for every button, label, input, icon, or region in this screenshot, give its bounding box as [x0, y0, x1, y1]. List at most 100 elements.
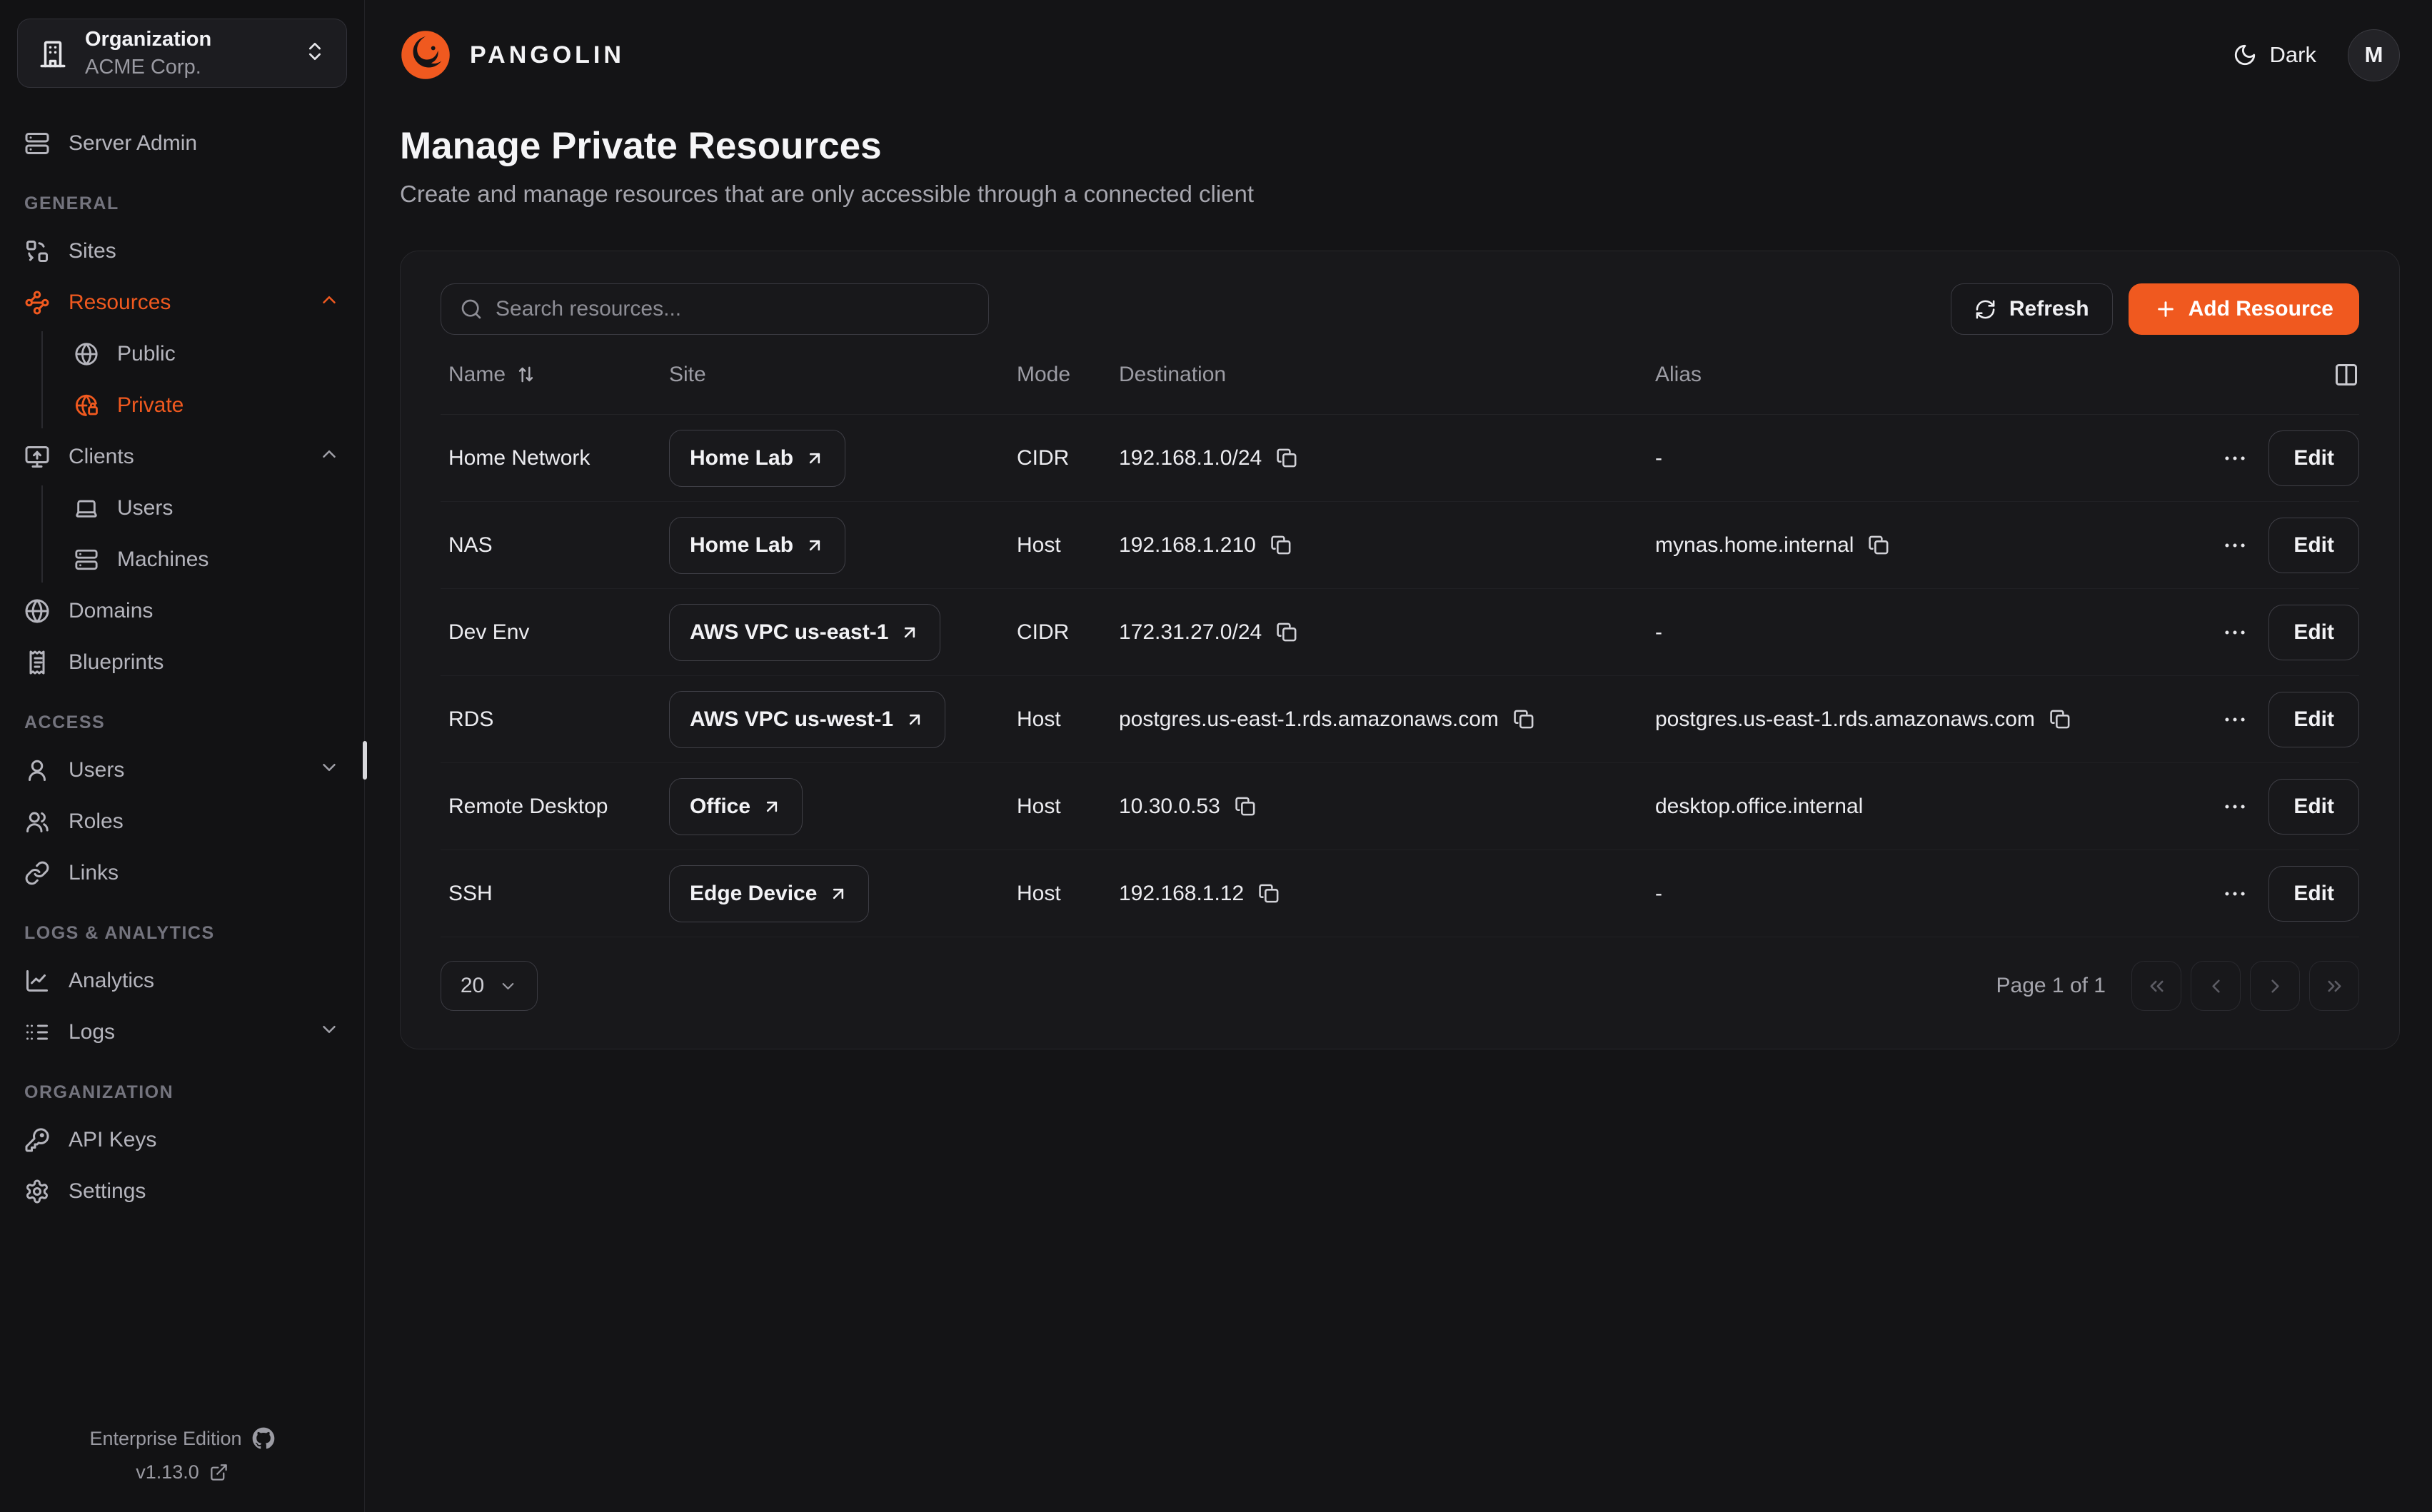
column-header-destination: Destination — [1119, 363, 1655, 387]
edit-button[interactable]: Edit — [2268, 518, 2359, 573]
resource-name: Dev Env — [441, 620, 669, 645]
next-page-button[interactable] — [2250, 961, 2300, 1011]
column-visibility-control[interactable] — [2234, 362, 2359, 388]
sidebar-item-public[interactable]: Public — [67, 331, 347, 377]
sidebar-item-blueprints[interactable]: Blueprints — [17, 640, 347, 685]
site-link[interactable]: AWS VPC us-west-1 — [669, 691, 945, 748]
edit-button[interactable]: Edit — [2268, 866, 2359, 922]
sidebar-item-label: Roles — [69, 810, 124, 834]
prev-page-button[interactable] — [2191, 961, 2241, 1011]
sidebar-item-private[interactable]: Private — [67, 383, 347, 428]
copy-button[interactable] — [1258, 882, 1280, 904]
server-icon — [74, 548, 99, 572]
resource-mode: Host — [1017, 882, 1119, 906]
main-area: PANGOLIN Dark M Manage Private Resources… — [365, 0, 2432, 1512]
page-size-select[interactable]: 20 — [441, 961, 538, 1011]
edit-button[interactable]: Edit — [2268, 430, 2359, 486]
row-menu-button[interactable] — [2221, 793, 2248, 820]
sidebar-item-label: Users — [117, 496, 173, 520]
version-row[interactable]: v1.13.0 — [136, 1461, 228, 1483]
refresh-button[interactable]: Refresh — [1951, 283, 2113, 335]
copy-button[interactable] — [1270, 534, 1292, 556]
page-size-value: 20 — [461, 974, 484, 998]
org-text: Organization ACME Corp. — [85, 28, 211, 79]
copy-icon — [2049, 708, 2071, 730]
theme-label: Dark — [2270, 42, 2316, 68]
chevrons-right-icon — [2323, 975, 2346, 997]
sidebar-item-links[interactable]: Links — [17, 850, 347, 896]
chevron-up-icon — [318, 289, 340, 316]
last-page-button[interactable] — [2309, 961, 2359, 1011]
github-icon — [252, 1427, 275, 1450]
sidebar-item-label: Resources — [69, 291, 171, 315]
site-link[interactable]: Edge Device — [669, 865, 869, 922]
resource-mode: CIDR — [1017, 620, 1119, 645]
copy-button[interactable] — [1235, 795, 1257, 817]
sort-icon — [516, 364, 536, 385]
moon-icon — [2233, 43, 2257, 67]
site-link[interactable]: Home Lab — [669, 517, 845, 574]
site-link[interactable]: Home Lab — [669, 430, 845, 487]
sidebar-item-machines[interactable]: Machines — [67, 537, 347, 583]
columns-icon — [2333, 362, 2359, 388]
row-menu-button[interactable] — [2221, 619, 2248, 646]
site-link[interactable]: Office — [669, 778, 803, 835]
sidebar-resize-handle[interactable] — [363, 741, 367, 780]
site-link[interactable]: AWS VPC us-east-1 — [669, 604, 940, 661]
sidebar-item-clients[interactable]: Clients — [17, 434, 347, 480]
avatar[interactable]: M — [2348, 29, 2400, 81]
copy-button[interactable] — [2049, 708, 2071, 730]
table-header: Name Site Mode Destination Alias — [441, 335, 2359, 415]
section-label-access: ACCESS — [24, 712, 347, 733]
sidebar-item-logs[interactable]: Logs — [17, 1009, 347, 1055]
copy-icon — [1270, 534, 1292, 556]
sidebar-item-roles[interactable]: Roles — [17, 799, 347, 845]
copy-button[interactable] — [1513, 708, 1535, 730]
copy-button[interactable] — [1276, 621, 1298, 643]
row-menu-button[interactable] — [2221, 706, 2248, 733]
theme-toggle[interactable]: Dark — [2233, 42, 2316, 68]
edit-button[interactable]: Edit — [2268, 779, 2359, 835]
arrow-up-right-icon — [828, 884, 848, 904]
sidebar-item-analytics[interactable]: Analytics — [17, 958, 347, 1004]
sidebar-item-resources[interactable]: Resources — [17, 280, 347, 326]
add-resource-button[interactable]: Add Resource — [2129, 283, 2359, 335]
brand[interactable]: PANGOLIN — [400, 29, 625, 81]
sidebar-item-server-admin[interactable]: Server Admin — [17, 121, 347, 166]
external-link-icon — [209, 1463, 228, 1482]
copy-button[interactable] — [1276, 447, 1298, 469]
row-menu-button[interactable] — [2221, 880, 2248, 907]
pager-buttons — [2131, 961, 2359, 1011]
row-menu-button[interactable] — [2221, 532, 2248, 559]
section-label-organization: ORGANIZATION — [24, 1082, 347, 1103]
pagination: 20 Page 1 of 1 — [441, 961, 2359, 1011]
search-input[interactable] — [496, 297, 970, 321]
edit-button[interactable]: Edit — [2268, 692, 2359, 747]
sidebar-item-api-keys[interactable]: API Keys — [17, 1117, 347, 1163]
sidebar-item-sites[interactable]: Sites — [17, 228, 347, 274]
sidebar-item-label: Sites — [69, 239, 116, 263]
sidebar-item-settings[interactable]: Settings — [17, 1169, 347, 1214]
column-header-name[interactable]: Name — [441, 363, 669, 387]
sidebar-item-users[interactable]: Users — [17, 747, 347, 793]
arrow-up-right-icon — [805, 535, 825, 555]
copy-button[interactable] — [1868, 534, 1890, 556]
sidebar-item-label: Settings — [69, 1179, 146, 1204]
sidebar: Organization ACME Corp. Server Admin GEN… — [0, 0, 365, 1512]
chevron-left-icon — [2205, 975, 2227, 997]
resource-mode: Host — [1017, 795, 1119, 819]
first-page-button[interactable] — [2131, 961, 2181, 1011]
org-selector[interactable]: Organization ACME Corp. — [17, 19, 347, 88]
edition-row[interactable]: Enterprise Edition — [89, 1427, 274, 1450]
row-menu-button[interactable] — [2221, 445, 2248, 472]
sidebar-item-label: API Keys — [69, 1128, 156, 1152]
sidebar-item-client-users[interactable]: Users — [67, 485, 347, 531]
sidebar-nav: Server Admin GENERAL Sites Resources — [17, 121, 347, 1214]
resource-mode: CIDR — [1017, 446, 1119, 470]
edit-button[interactable]: Edit — [2268, 605, 2359, 660]
logs-icon — [24, 1019, 50, 1045]
chart-line-icon — [24, 968, 50, 994]
sidebar-item-label: Blueprints — [69, 650, 164, 675]
copy-icon — [1235, 795, 1257, 817]
sidebar-item-domains[interactable]: Domains — [17, 588, 347, 634]
